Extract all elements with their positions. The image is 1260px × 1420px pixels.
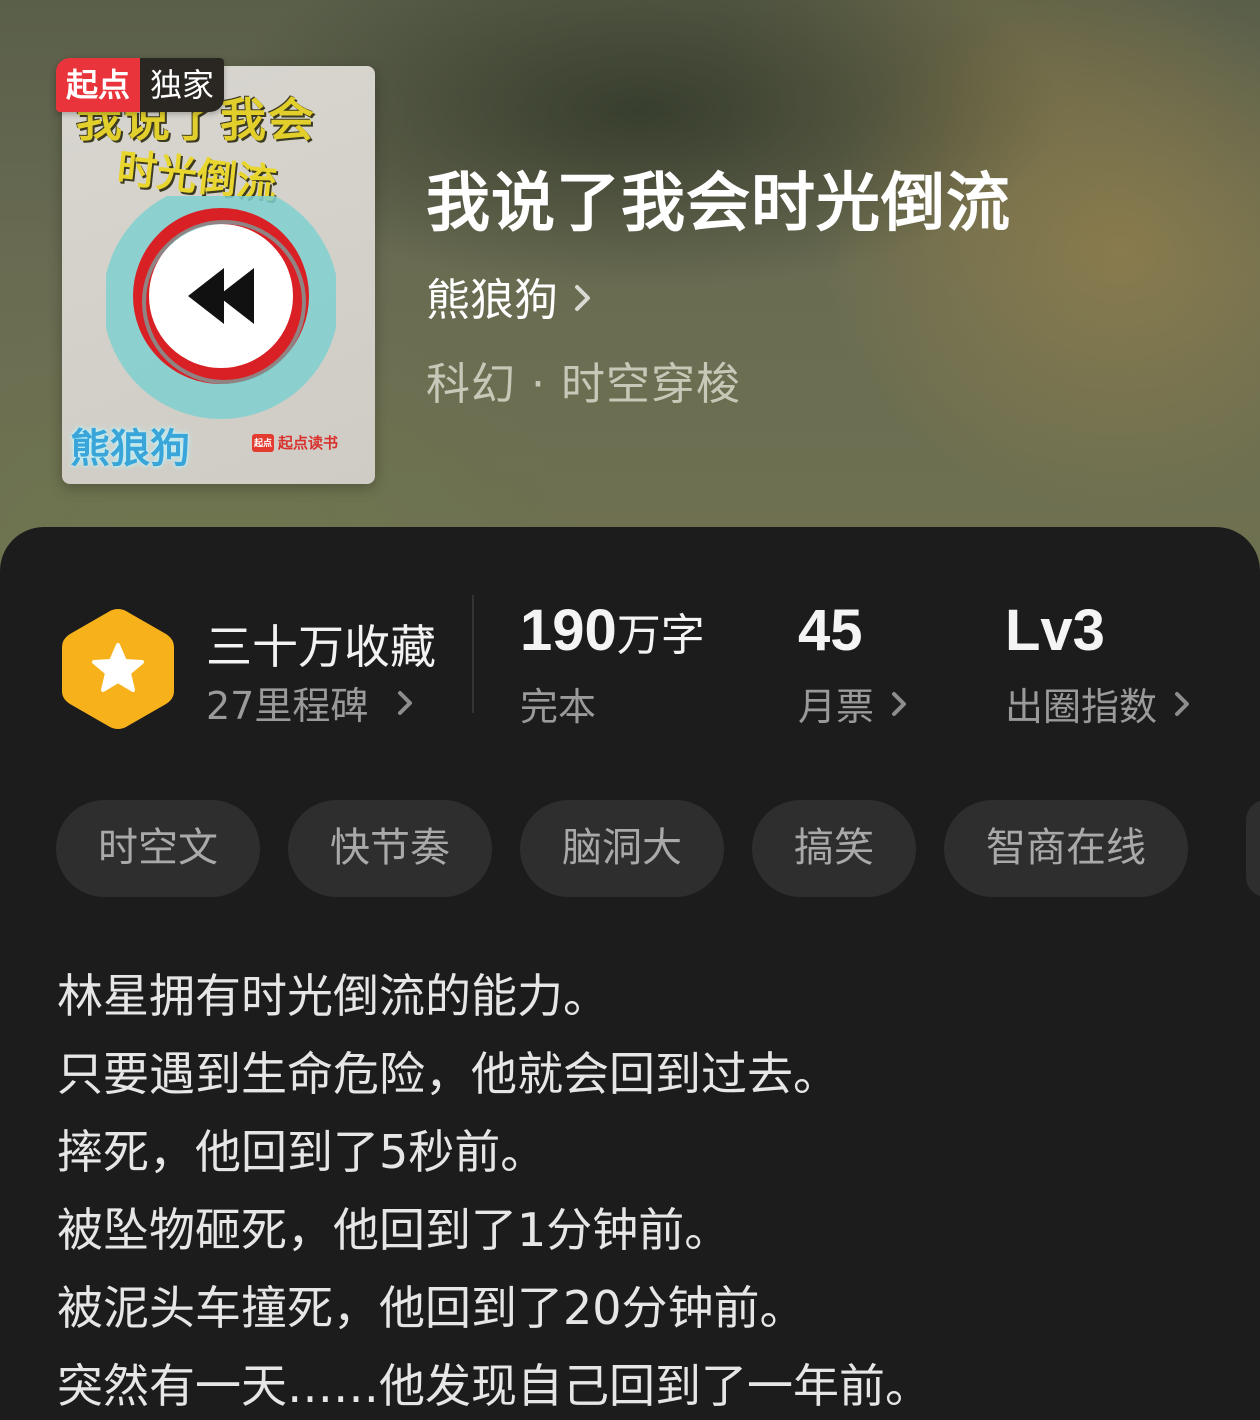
description-line: 摔死，他回到了5秒前。	[57, 1125, 547, 1179]
breakout-index-label: 出圈指数	[1005, 685, 1158, 729]
monthly-ticket-value: 45	[798, 598, 863, 663]
breakout-index-value: Lv3	[1005, 598, 1105, 663]
tag-chip[interactable]: 时空文	[56, 800, 260, 897]
breakout-index-stat[interactable]: Lv3 出圈指数	[1005, 597, 1193, 731]
tag-chip[interactable]: 快节奏	[288, 800, 492, 897]
book-detail-page: 我说了我会 时光倒流 熊狼狗 起点 起点读书 起点 独家 我说了我会时光倒流 熊…	[0, 0, 1260, 1420]
tag-chip[interactable]: 搞笑	[752, 800, 916, 897]
book-genre: 科幻 · 时空穿梭	[426, 359, 741, 410]
chevron-right-icon	[892, 691, 907, 716]
description-line: 只要遇到生命危险，他就会回到过去。	[57, 1047, 839, 1101]
book-description[interactable]: 林星拥有时光倒流的能力。 只要遇到生命危险，他就会回到过去。 摔死，他回到了5秒…	[57, 957, 1237, 1420]
cover-brand-label: 起点读书	[278, 434, 339, 452]
author-link[interactable]: 熊狼狗	[426, 264, 594, 328]
stats-divider	[472, 595, 474, 713]
star-hexagon-icon	[62, 609, 174, 729]
book-title: 我说了我会时光倒流	[426, 166, 1011, 241]
tag-list: 时空文 快节奏 脑洞大 搞笑 智商在线	[56, 800, 1188, 897]
stats-row: 三十万收藏 27里程碑 190万字 完本 45 月票 Lv3 出圈指数	[0, 527, 1260, 730]
rewind-sign-icon	[106, 196, 336, 419]
milestones-link[interactable]: 27里程碑	[206, 675, 416, 730]
monthly-ticket-label: 月票	[798, 685, 875, 729]
word-count-stat: 190万字 完本	[520, 597, 705, 731]
monthly-ticket-link: 月票	[798, 676, 910, 731]
tag-chip[interactable]: 智商在线	[944, 800, 1188, 897]
chevron-right-icon	[575, 285, 590, 311]
monthly-ticket-stat[interactable]: 45 月票	[798, 597, 910, 731]
chevron-right-icon	[1175, 691, 1190, 716]
detail-sheet: 三十万收藏 27里程碑 190万字 完本 45 月票 Lv3 出圈指数 时空文 …	[0, 527, 1260, 1420]
description-line: 突然有一天……他发现自己回到了一年前。	[57, 1359, 931, 1413]
word-count-unit: 万字	[616, 610, 705, 661]
description-line: 林星拥有时光倒流的能力。	[57, 969, 609, 1023]
description-line: 被坠物砸死，他回到了1分钟前。	[57, 1203, 731, 1257]
cover-author: 熊狼狗	[70, 425, 190, 472]
favorites-label[interactable]: 三十万收藏	[206, 611, 436, 677]
badge-brand: 起点	[56, 58, 141, 112]
description-line: 被泥头车撞死，他回到了20分钟前。	[57, 1281, 806, 1335]
cover-brand: 起点 起点读书	[252, 432, 338, 453]
breakout-index-link: 出圈指数	[1005, 676, 1193, 731]
exclusive-badge: 起点 独家	[56, 58, 225, 112]
author-name: 熊狼狗	[426, 275, 558, 326]
chevron-right-icon	[398, 690, 413, 715]
book-cover[interactable]: 我说了我会 时光倒流 熊狼狗 起点 起点读书	[62, 66, 375, 484]
tag-chip[interactable]: 脑洞大	[520, 800, 724, 897]
tag-chip-overflow[interactable]	[1246, 800, 1260, 897]
word-count-number: 190	[520, 598, 617, 663]
completion-status: 完本	[520, 685, 597, 729]
badge-label: 独家	[140, 58, 225, 112]
cover-brand-logo: 起点	[252, 433, 274, 452]
word-count-value: 190万字	[520, 597, 705, 664]
milestones-label: 27里程碑	[206, 684, 369, 728]
